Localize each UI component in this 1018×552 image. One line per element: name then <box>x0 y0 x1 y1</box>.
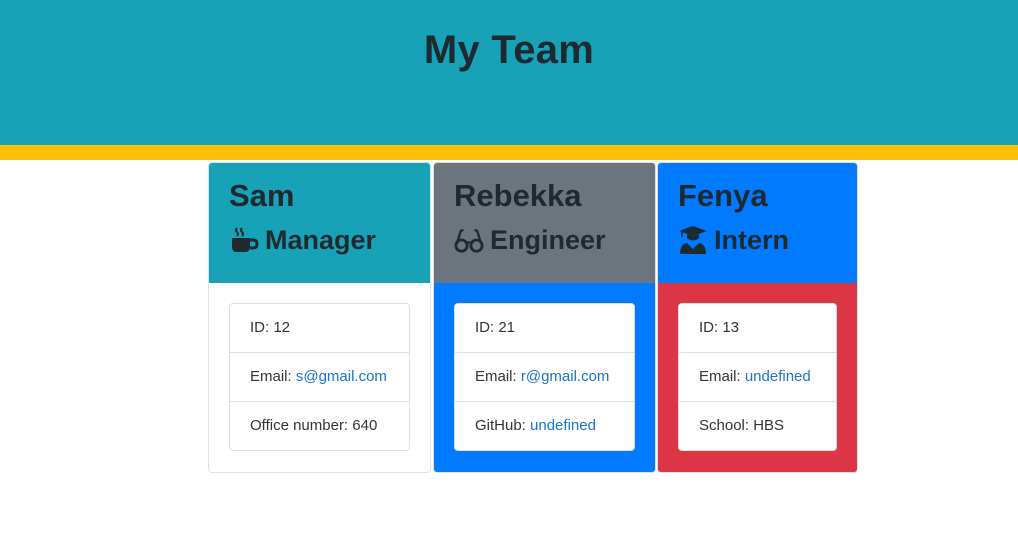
card-body: ID: 12 Email: s@gmail.com Office number:… <box>209 283 430 472</box>
email-link[interactable]: r@gmail.com <box>521 368 610 385</box>
github-label: GitHub: <box>475 417 531 434</box>
employee-role-label: Intern <box>714 225 790 255</box>
card-header: Sam Manager <box>209 163 430 283</box>
card-body: ID: 21 Email: r@gmail.com GitHub: undefi… <box>434 283 655 472</box>
email-label: Email: <box>250 368 296 385</box>
email-link[interactable]: undefined <box>745 368 811 385</box>
employee-name: Fenya <box>678 178 768 213</box>
glasses-icon <box>454 225 484 255</box>
coffee-mug-icon <box>229 225 259 255</box>
employee-email: Email: r@gmail.com <box>455 353 634 402</box>
employee-id: ID: 13 <box>679 304 836 353</box>
employee-school: School: HBS <box>699 417 785 434</box>
employee-id: ID: 21 <box>455 304 634 353</box>
card-header: Fenya Intern <box>658 163 857 283</box>
employee-role: Engineer <box>454 224 655 256</box>
page-title: My Team <box>423 28 595 72</box>
email-link[interactable]: s@gmail.com <box>296 368 387 385</box>
employee-card-manager: Sam Manager ID: 12 Email: s@gmail.com Of… <box>208 162 431 473</box>
page-header: My Team <box>0 0 1018 145</box>
graduate-icon <box>678 225 708 255</box>
employee-id: ID: 12 <box>230 304 409 353</box>
github-link[interactable]: undefined <box>530 417 596 434</box>
employee-office-number: Office number: 640 <box>250 417 378 434</box>
team-cards: Sam Manager ID: 12 Email: s@gmail.com Of… <box>208 162 858 473</box>
employee-name: Sam <box>229 178 295 213</box>
employee-details: ID: 13 Email: undefined School: HBS <box>678 303 837 451</box>
email-label: Email: <box>699 368 745 385</box>
employee-role: Manager <box>229 224 430 256</box>
employee-card-engineer: Rebekka Engineer ID: 21 Email: r@gmail.c <box>433 162 656 473</box>
employee-card-intern: Fenya Intern ID: 13 Email: undefined Sch… <box>657 162 858 473</box>
employee-email: Email: s@gmail.com <box>230 353 409 402</box>
email-label: Email: <box>475 368 521 385</box>
employee-role-label: Engineer <box>490 225 606 255</box>
employee-role-label: Manager <box>265 225 377 255</box>
employee-role: Intern <box>678 224 857 256</box>
employee-email: Email: undefined <box>679 353 836 402</box>
employee-details: ID: 21 Email: r@gmail.com GitHub: undefi… <box>454 303 635 451</box>
employee-github: GitHub: undefined <box>455 402 634 450</box>
card-header: Rebekka Engineer <box>434 163 655 283</box>
employee-name: Rebekka <box>454 178 582 213</box>
employee-details: ID: 12 Email: s@gmail.com Office number:… <box>229 303 410 451</box>
card-body: ID: 13 Email: undefined School: HBS <box>658 283 857 472</box>
header-stripe <box>0 145 1018 160</box>
